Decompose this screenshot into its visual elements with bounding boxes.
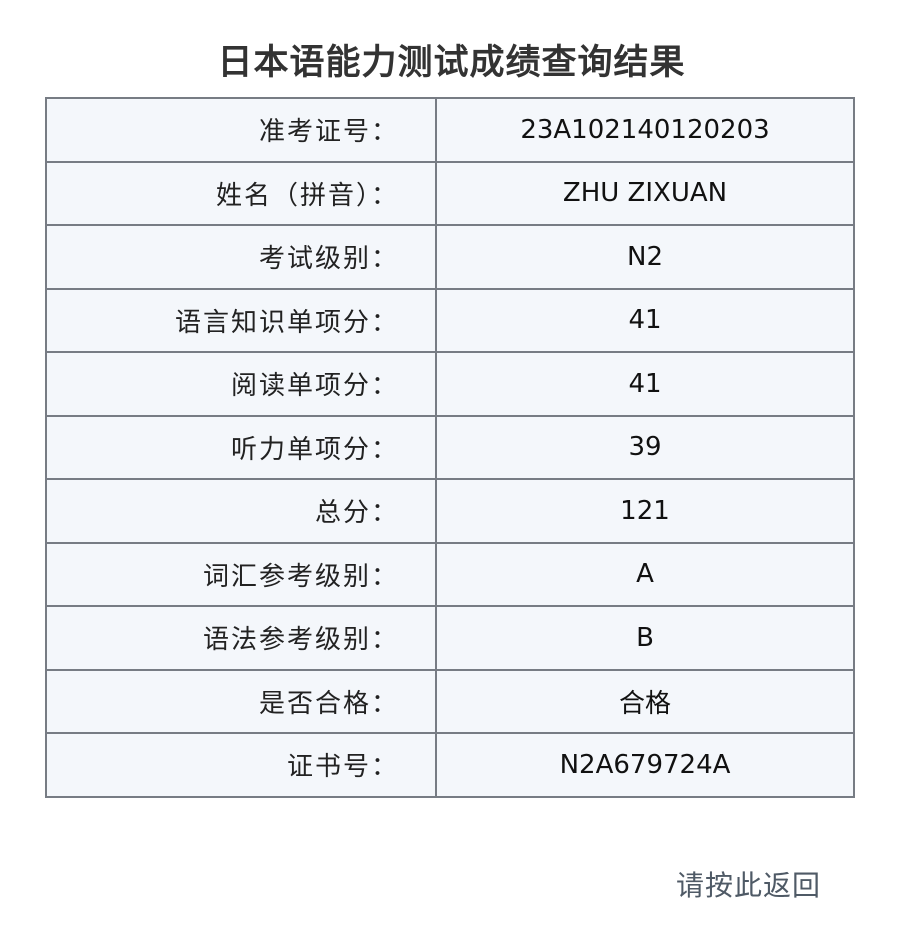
- row-label: 证书号：: [45, 732, 437, 798]
- row-label: 是否合格：: [45, 668, 437, 734]
- row-value: 23A102140120203: [435, 97, 855, 163]
- row-value: ZHU ZIXUAN: [435, 160, 855, 226]
- row-value: N2: [435, 224, 855, 290]
- table-row-grammar-level: 语法参考级别： B: [45, 605, 855, 671]
- table-row-listening: 听力单项分： 39: [45, 414, 855, 480]
- row-label: 准考证号：: [45, 97, 437, 163]
- table-row-exam-number: 准考证号： 23A102140120203: [45, 97, 855, 163]
- row-label: 语言知识单项分：: [45, 287, 437, 353]
- row-value: A: [435, 541, 855, 607]
- row-label: 词汇参考级别：: [45, 541, 437, 607]
- table-row-level: 考试级别： N2: [45, 224, 855, 290]
- row-value: B: [435, 605, 855, 671]
- score-result-table: 准考证号： 23A102140120203 姓名（拼音）： ZHU ZIXUAN…: [45, 97, 855, 798]
- table-row-name: 姓名（拼音）： ZHU ZIXUAN: [45, 160, 855, 226]
- row-label: 姓名（拼音）：: [45, 160, 437, 226]
- row-value: N2A679724A: [435, 732, 855, 798]
- table-row-total: 总分： 121: [45, 478, 855, 544]
- page-title: 日本语能力测试成绩查询结果: [217, 43, 686, 83]
- row-value: 121: [435, 478, 855, 544]
- table-row-vocabulary-level: 词汇参考级别： A: [45, 541, 855, 607]
- row-label: 听力单项分：: [45, 414, 437, 480]
- row-value: 41: [435, 287, 855, 353]
- table-row-pass-status: 是否合格： 合格: [45, 668, 855, 734]
- row-label: 语法参考级别：: [45, 605, 437, 671]
- table-row-reading: 阅读单项分： 41: [45, 351, 855, 417]
- row-value: 41: [435, 351, 855, 417]
- row-label: 考试级别：: [45, 224, 437, 290]
- row-label: 总分：: [45, 478, 437, 544]
- row-value: 39: [435, 414, 855, 480]
- row-value: 合格: [435, 668, 855, 734]
- table-row-language-knowledge: 语言知识单项分： 41: [45, 287, 855, 353]
- back-link[interactable]: 请按此返回: [676, 866, 821, 906]
- table-row-certificate-number: 证书号： N2A679724A: [45, 732, 855, 798]
- row-label: 阅读单项分：: [45, 351, 437, 417]
